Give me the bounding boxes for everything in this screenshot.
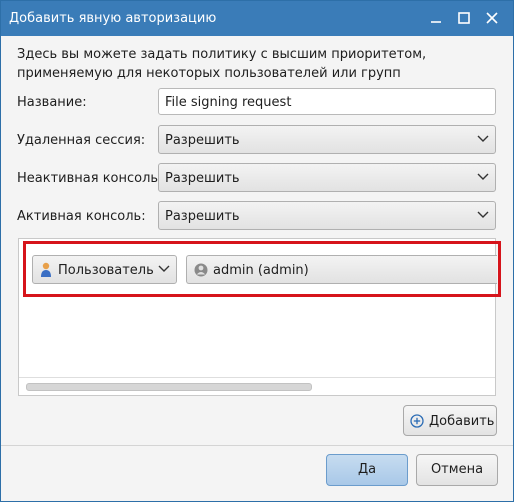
window-title: Добавить явную авторизацию bbox=[9, 11, 217, 26]
highlight-frame bbox=[23, 241, 501, 297]
inactive-console-value: Разрешить bbox=[165, 171, 240, 186]
title-bar[interactable]: Добавить явную авторизацию bbox=[1, 1, 513, 36]
chevron-down-icon bbox=[477, 135, 489, 142]
active-console-label: Активная консоль: bbox=[17, 209, 146, 224]
minimize-icon[interactable] bbox=[427, 9, 445, 27]
add-button[interactable]: Добавить bbox=[403, 405, 497, 436]
horizontal-scrollbar[interactable] bbox=[26, 383, 312, 391]
add-button-label: Добавить bbox=[429, 414, 495, 429]
footer-divider bbox=[1, 445, 513, 446]
list-divider bbox=[19, 377, 495, 378]
name-input[interactable]: File signing request bbox=[158, 88, 496, 115]
name-label: Название: bbox=[17, 95, 87, 110]
name-input-value: File signing request bbox=[165, 95, 292, 110]
maximize-icon[interactable] bbox=[455, 9, 473, 27]
plus-circle-icon bbox=[410, 414, 424, 428]
dialog-window: Добавить явную авторизацию Здесь вы може… bbox=[0, 0, 514, 502]
remote-session-value: Разрешить bbox=[165, 133, 240, 148]
active-console-select[interactable]: Разрешить bbox=[158, 201, 496, 230]
remote-session-label: Удаленная сессия: bbox=[17, 133, 146, 148]
close-icon[interactable] bbox=[483, 9, 501, 27]
chevron-down-icon bbox=[477, 173, 489, 180]
inactive-console-select[interactable]: Разрешить bbox=[158, 163, 496, 192]
remote-session-select[interactable]: Разрешить bbox=[158, 125, 496, 154]
description-text: Здесь вы можете задать политику с высшим… bbox=[17, 47, 427, 81]
active-console-value: Разрешить bbox=[165, 209, 240, 224]
ok-button[interactable]: Да bbox=[326, 454, 408, 486]
inactive-console-label: Неактивная консоль: bbox=[17, 171, 163, 186]
cancel-button[interactable]: Отмена bbox=[416, 454, 498, 486]
chevron-down-icon bbox=[477, 211, 489, 218]
